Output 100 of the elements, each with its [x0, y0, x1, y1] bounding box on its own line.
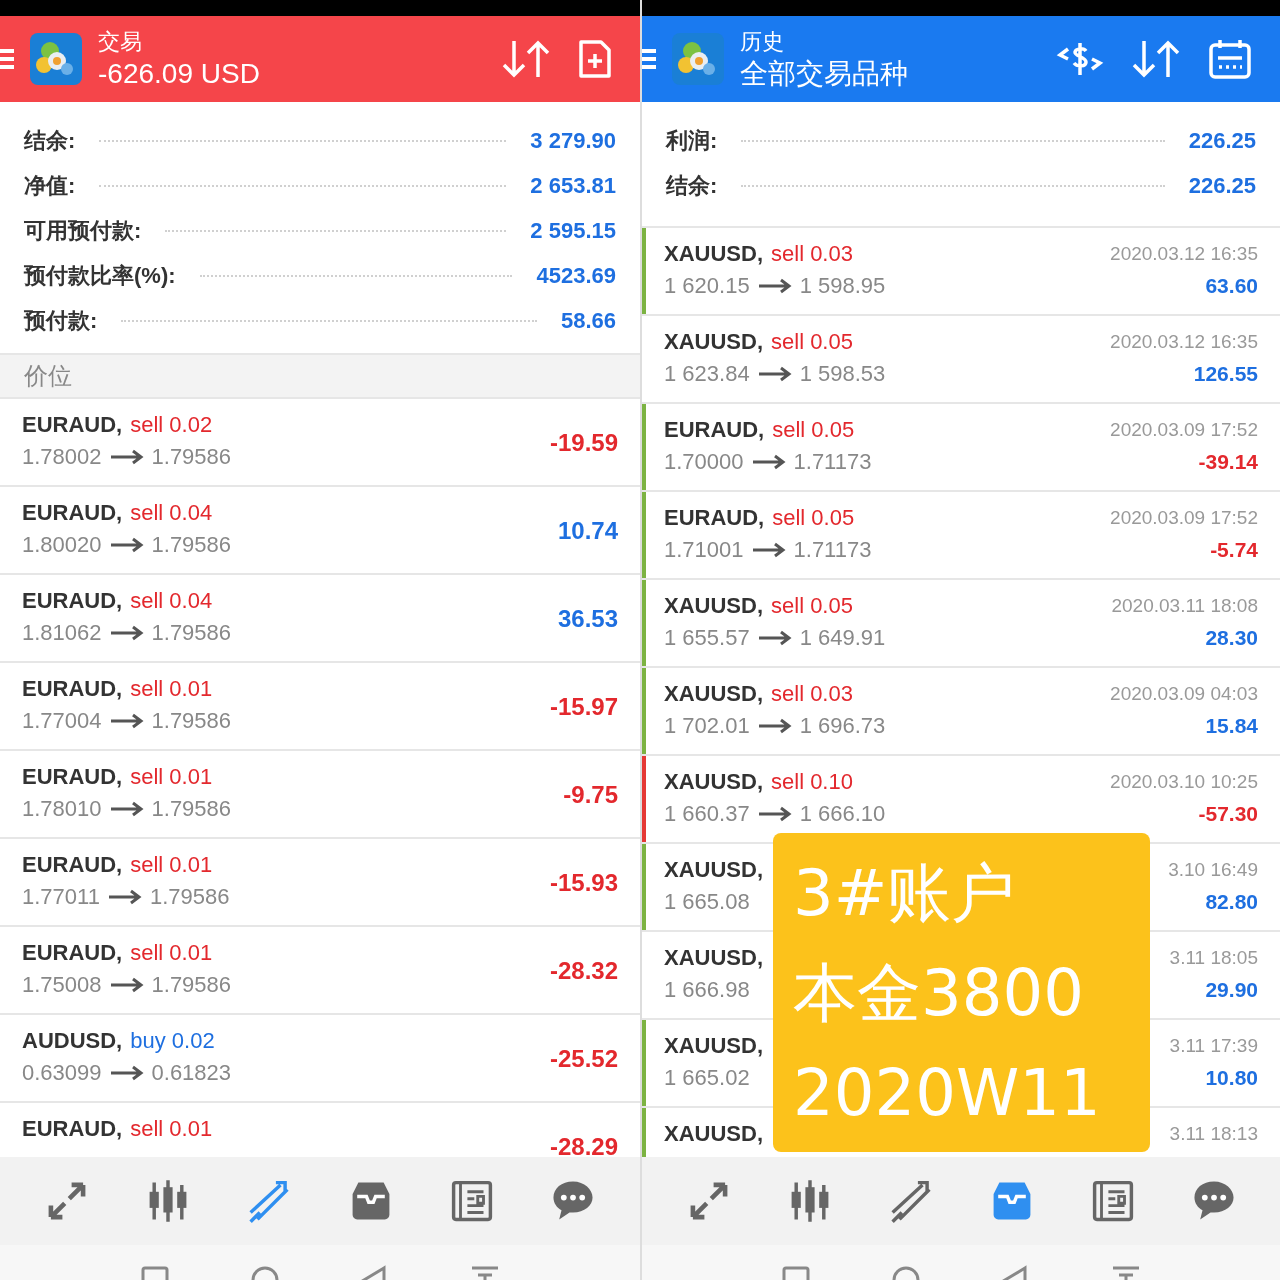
deal-side: sell 0.04: [130, 587, 213, 615]
arrow-icon: [757, 718, 792, 734]
summary-label: 结余:: [666, 172, 718, 200]
close-price: 1.79586: [151, 707, 232, 735]
profit-value: 126.55: [1193, 361, 1258, 387]
sort-icon[interactable]: [1132, 39, 1180, 79]
open-price: 1.80020: [22, 531, 102, 559]
symbol-label: EURAUD,: [22, 499, 123, 527]
profit-value: 29.90: [1205, 977, 1258, 1003]
symbol-label: EURAUD,: [22, 851, 123, 879]
arrow-icon: [109, 713, 144, 729]
arrow-icon: [109, 977, 144, 993]
symbol-label: EURAUD,: [22, 763, 123, 791]
symbol-label: EURAUD,: [664, 416, 765, 444]
close-price: 1.79586: [151, 443, 232, 471]
symbol-label: EURAUD,: [22, 587, 123, 615]
open-price: 1.81062: [22, 619, 102, 647]
arrow-icon: [757, 278, 792, 294]
deal-side: sell 0.05: [772, 416, 855, 444]
symbol-label: XAUUSD,: [664, 680, 763, 708]
deal-side: sell 0.01: [130, 675, 213, 703]
symbol-label: EURAUD,: [22, 411, 123, 439]
summary-label: 结余:: [24, 127, 76, 155]
deal-side: sell 0.10: [771, 768, 853, 796]
arrow-icon: [757, 366, 792, 382]
caption-text: 3#账户: [793, 854, 1016, 932]
profit-value: -57.30: [1198, 801, 1258, 827]
header-title: 交易: [98, 28, 143, 56]
symbol-label: EURAUD,: [664, 504, 765, 532]
profit-value: 63.60: [1205, 273, 1258, 299]
arrow-icon: [107, 889, 142, 905]
profit-value: -28.29: [549, 1132, 618, 1157]
menu-icon[interactable]: [0, 47, 14, 71]
profit-value: -25.52: [549, 1044, 618, 1074]
close-price: 1.71173: [793, 448, 872, 476]
header-title: 历史: [740, 28, 785, 56]
deal-time: 3.11 18:05: [1169, 946, 1258, 970]
summary-label: 预付款比率(%):: [24, 262, 176, 290]
summary-label: 可用预付款:: [24, 217, 142, 245]
symbol-label: EURAUD,: [22, 939, 123, 967]
symbol-label: XAUUSD,: [664, 592, 763, 620]
profit-value: 10.80: [1205, 1065, 1258, 1091]
close-price: 1.79586: [149, 883, 230, 911]
open-price: 1.70000: [664, 448, 744, 476]
symbol-label: XAUUSD,: [664, 856, 763, 884]
arrow-icon: [751, 542, 786, 558]
close-price: 1.79586: [151, 795, 232, 823]
arrow-icon: [109, 801, 144, 817]
menu-icon[interactable]: [642, 47, 656, 71]
symbol-label: XAUUSD,: [664, 1120, 763, 1148]
summary-value: 2 595.15: [530, 217, 616, 245]
profit-value: -28.32: [549, 956, 618, 986]
open-price: 1 620.15: [664, 272, 750, 300]
profit-value: -39.14: [1198, 449, 1258, 475]
sort-icon[interactable]: [502, 39, 550, 79]
symbol-label: XAUUSD,: [664, 328, 763, 356]
arrow-icon: [109, 1065, 144, 1081]
deal-side: sell 0.04: [130, 499, 213, 527]
symbol-label: XAUUSD,: [664, 944, 763, 972]
deal-side: sell 0.02: [130, 411, 213, 439]
app-logo-icon: [672, 33, 724, 85]
profit-value: -15.97: [549, 692, 618, 722]
arrow-icon: [109, 449, 144, 465]
caption-text: 2020W11: [793, 1054, 1101, 1132]
summary-value: 226.25: [1188, 172, 1256, 200]
summary-value: 3 279.90: [530, 127, 616, 155]
open-price: 1 655.57: [664, 624, 750, 652]
header-subtitle: -626.09 USD: [98, 57, 261, 91]
arrow-icon: [109, 537, 144, 553]
new-document-icon[interactable]: [578, 39, 612, 79]
symbol-label: EURAUD,: [22, 675, 123, 703]
deal-time: 2020.03.09 17:52: [1110, 506, 1258, 530]
deal-side: sell 0.01: [130, 763, 213, 791]
symbol-label: XAUUSD,: [664, 240, 763, 268]
symbol-label: XAUUSD,: [664, 1032, 763, 1060]
caption-text: 本金3800: [793, 954, 1084, 1032]
open-price: 0.63099: [22, 1059, 102, 1087]
close-price: 1 649.91: [799, 624, 886, 652]
symbol-label: EURAUD,: [22, 1115, 123, 1143]
summary-label: 净值:: [24, 172, 76, 200]
arrow-icon: [751, 454, 786, 470]
open-price: 1 702.01: [664, 712, 750, 740]
header-subtitle: 全部交易品种: [740, 57, 909, 91]
close-price: 1.79586: [151, 531, 232, 559]
section-header: 价位: [24, 361, 72, 391]
profit-value: 15.84: [1205, 713, 1258, 739]
close-price: 1.79586: [151, 971, 232, 999]
arrow-icon: [109, 625, 144, 641]
deal-time: 2020.03.12 16:35: [1110, 330, 1258, 354]
profit-value: 28.30: [1205, 625, 1258, 651]
profit-value: -19.59: [549, 428, 618, 458]
profit-value: 36.53: [557, 604, 618, 634]
close-price: 1.71173: [793, 536, 872, 564]
deal-side: buy 0.02: [130, 1027, 215, 1055]
open-price: 1 660.37: [664, 800, 750, 828]
open-price: 1 665.02: [664, 1064, 750, 1092]
deal-side: sell 0.03: [771, 240, 853, 268]
close-price: 1 696.73: [799, 712, 886, 740]
profit-value: 82.80: [1205, 889, 1258, 915]
calendar-icon[interactable]: [1208, 38, 1252, 80]
